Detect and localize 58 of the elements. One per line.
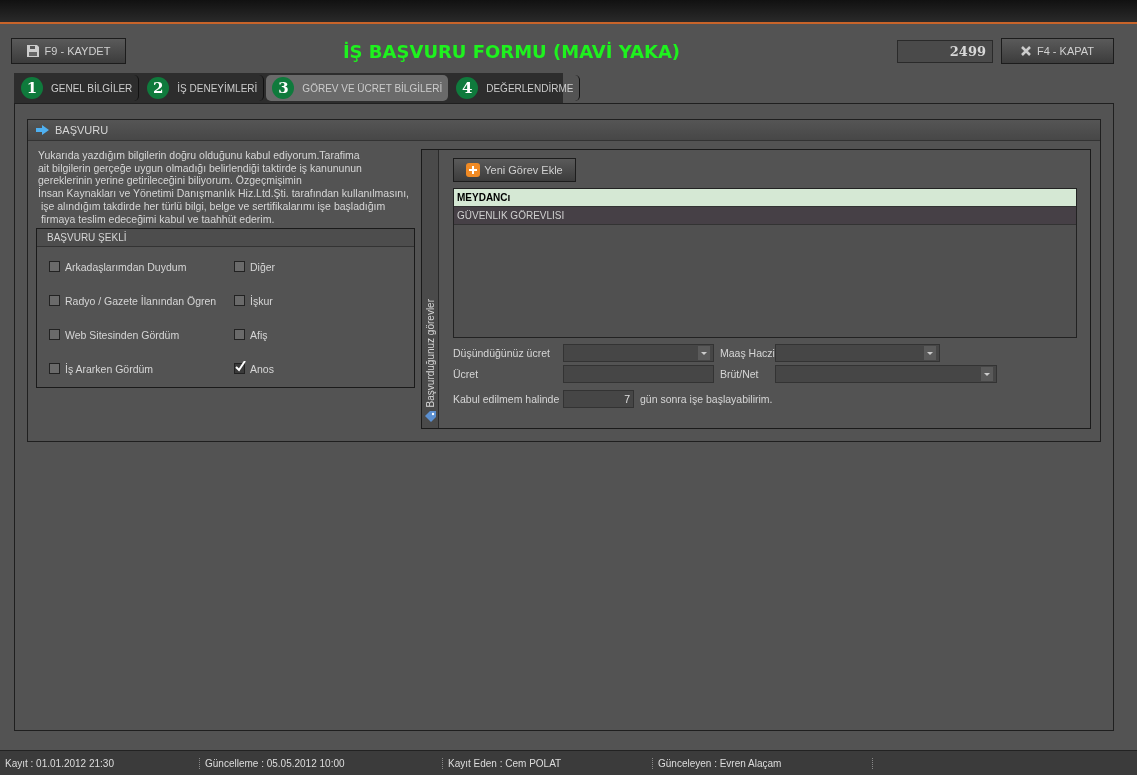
- close-button[interactable]: F4 - KAPAT: [1001, 38, 1114, 64]
- tab[interactable]: 4 DEĞERLENDİRME: [450, 75, 581, 101]
- close-icon: [1020, 46, 1031, 56]
- checkbox-label: Anos: [250, 362, 274, 375]
- input-field[interactable]: [563, 365, 714, 383]
- list-item[interactable]: GÜVENLIK GÖREVLISI: [454, 207, 1076, 225]
- field-label: Brüt/Net: [720, 368, 760, 380]
- checkbox-label: Web Sitesinden Gördüm: [65, 328, 180, 341]
- group-title: BAŞVURU: [55, 124, 109, 136]
- tab[interactable]: 3 GÖREV VE ÜCRET BİLGİLERİ: [266, 75, 449, 101]
- record-number-field: 2499: [897, 39, 993, 63]
- field-label: gün sonra işe başlayabilirim.: [640, 393, 773, 405]
- field-label: Ücret: [453, 368, 480, 380]
- check-icon: [235, 361, 246, 373]
- caret-icon: [981, 367, 993, 381]
- checkbox[interactable]: [49, 261, 60, 273]
- add-position-button[interactable]: Yeni Görev Ekle: [453, 158, 576, 182]
- checkbox-label: İşkur: [250, 294, 273, 307]
- dropdown-field[interactable]: [775, 365, 997, 383]
- caret-icon: [924, 346, 936, 360]
- checkbox[interactable]: [234, 295, 245, 307]
- dropdown-field[interactable]: [563, 344, 714, 362]
- field-label: Maaş Haczi: [720, 347, 775, 359]
- tab-number: 1: [21, 77, 43, 99]
- declaration-text: Yukarıda yazdığım bilgilerin doğru olduğunu kabul ediyorum.Tarafima ait bilgilerin gerçeğe uygun olmadığı belirlendiği taktirde iş kanununun gereklerinin yerine getirileceğini biliyorum. Özgeçmişimin İnsan Kaynakları ve Yönetimi Danışmanlık Hiz.Ltd.Şti. tarafından kullanılmasını, işe alındığım takdirde her türlü bilgi, belge ve sertifikalarımı işe başladığım firmaya teslim edeceğimi kabul ve taahhüt ederim.: [37, 149, 409, 226]
- checkbox[interactable]: [49, 329, 60, 341]
- tag-icon: [424, 411, 436, 422]
- checkbox[interactable]: [234, 261, 245, 273]
- checkbox-label: Arkadaşlarımdan Duydum: [65, 260, 187, 273]
- input-field[interactable]: 7: [563, 390, 634, 408]
- arrow-right-icon: [36, 125, 49, 135]
- status-text: Kayıt : 01.01.2012 21:30: [0, 757, 200, 769]
- list-item[interactable]: MEYDANCı: [454, 189, 1076, 207]
- status-text: Günceleyen : Evren Alaçam: [653, 757, 873, 769]
- tab[interactable]: 2 İŞ DENEYİMLERİ: [141, 75, 265, 101]
- checkbox-label: İş Ararken Gördüm: [65, 362, 154, 375]
- field-label: Kabul edilmem halinde: [453, 393, 561, 405]
- field-label: Düşündüğünüz ücret: [453, 347, 551, 359]
- checkbox-label: Diğer: [250, 260, 276, 273]
- checkbox[interactable]: [49, 295, 60, 307]
- caret-icon: [698, 346, 710, 360]
- save-button[interactable]: F9 - KAYDET: [11, 38, 126, 64]
- tab-number: 2: [147, 77, 170, 99]
- plus-icon: [466, 163, 481, 177]
- checkbox[interactable]: [234, 329, 245, 341]
- dropdown-field[interactable]: [775, 344, 940, 362]
- status-text: Kayıt Eden : Cem POLAT: [443, 757, 653, 769]
- tab[interactable]: 1 GENEL BİLGİLER: [15, 75, 140, 101]
- form-title: İŞ BAŞVURU FORMU (MAVİ YAKA): [341, 40, 682, 62]
- panel-title: BAŞVURU ŞEKLİ: [37, 229, 414, 248]
- checkbox-label: Radyo / Gazete İlanından Ögren: [65, 294, 217, 307]
- checkbox-label: Afiş: [250, 328, 268, 341]
- checkbox[interactable]: [234, 363, 245, 375]
- checkbox[interactable]: [49, 363, 60, 375]
- tab-number: 4: [456, 77, 479, 99]
- status-text: Güncelleme : 05.05.2012 10:00: [200, 757, 443, 769]
- side-tab-label: Başvurduğunuz görevler: [424, 298, 436, 407]
- tab-number: 3: [272, 77, 295, 99]
